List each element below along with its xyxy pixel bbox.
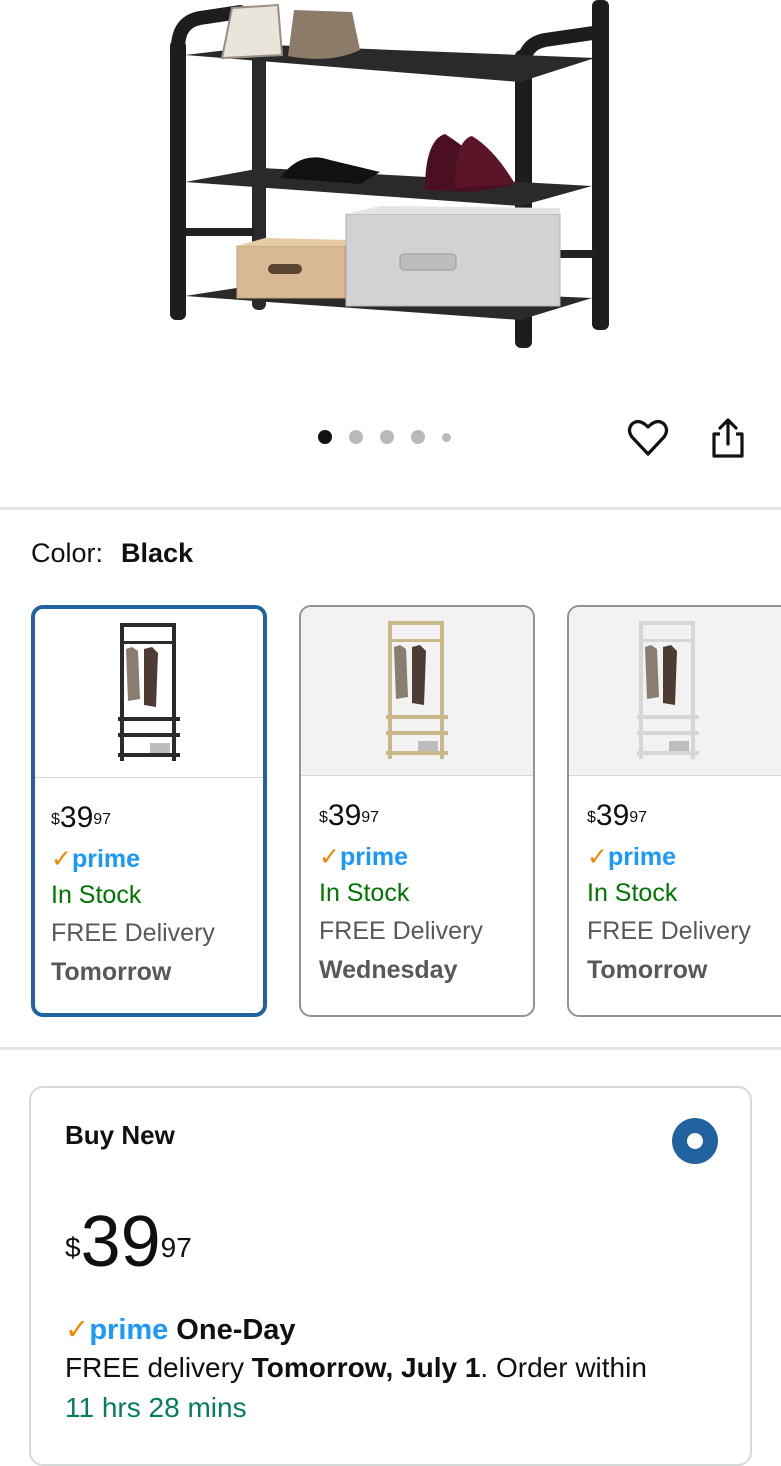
prime-one-day: ✓prime One-Day bbox=[65, 1314, 296, 1346]
prime-check-icon: ✓ bbox=[319, 843, 340, 871]
buy-new-price: $3997 bbox=[65, 1202, 192, 1282]
share-icon bbox=[712, 418, 744, 458]
swatch-price: $3997 bbox=[51, 801, 112, 834]
delivery-day: Tomorrow bbox=[587, 956, 708, 984]
color-swatch-gold[interactable]: $3997 ✓prime In Stock FREE Delivery Wedn… bbox=[299, 605, 535, 1017]
prime-check-icon: ✓ bbox=[587, 843, 608, 871]
prime-badge: ✓prime bbox=[319, 843, 409, 871]
delivery-day: Wednesday bbox=[319, 956, 458, 984]
carousel-dot[interactable] bbox=[442, 432, 451, 442]
share-button[interactable] bbox=[706, 416, 750, 460]
swatch-price: $3997 bbox=[587, 799, 648, 832]
delivery-label: FREE Delivery bbox=[51, 919, 215, 947]
stock-status: In Stock bbox=[587, 879, 678, 907]
carousel-dot[interactable] bbox=[411, 430, 425, 444]
delivery-label: FREE Delivery bbox=[319, 917, 483, 945]
shoe-rack-illustration bbox=[170, 0, 609, 348]
section-divider bbox=[0, 507, 781, 510]
selected-color: Black bbox=[121, 538, 194, 568]
carousel-dot[interactable] bbox=[349, 430, 363, 444]
heart-icon bbox=[627, 420, 669, 456]
color-swatch-white[interactable]: $3997 ✓prime In Stock FREE Delivery Tomo… bbox=[567, 605, 781, 1017]
wishlist-button[interactable] bbox=[626, 416, 670, 460]
stock-status: In Stock bbox=[51, 881, 142, 909]
prime-check-icon: ✓ bbox=[51, 845, 72, 873]
carousel-dot[interactable] bbox=[380, 430, 394, 444]
section-divider bbox=[0, 1047, 781, 1050]
delivery-day: Tomorrow bbox=[51, 958, 172, 986]
stock-status: In Stock bbox=[319, 879, 410, 907]
swatch-thumbnail bbox=[569, 607, 781, 776]
carousel-dot[interactable] bbox=[318, 430, 332, 444]
carousel-dots[interactable] bbox=[318, 430, 451, 444]
product-image[interactable] bbox=[0, 0, 781, 400]
color-selector-label: Color: Black bbox=[31, 538, 193, 569]
order-countdown: 11 hrs 28 mins bbox=[65, 1392, 247, 1423]
swatch-thumbnail bbox=[301, 607, 533, 776]
color-label: Color: bbox=[31, 538, 104, 568]
swatch-price: $3997 bbox=[319, 799, 380, 832]
buy-new-radio[interactable] bbox=[672, 1118, 718, 1164]
swatch-thumbnail bbox=[35, 609, 263, 778]
buy-new-option[interactable]: Buy New $3997 ✓prime One-Day FREE deliver… bbox=[29, 1086, 752, 1466]
color-swatch-black[interactable]: $3997 ✓prime In Stock FREE Delivery Tomo… bbox=[31, 605, 267, 1017]
delivery-info: FREE delivery Tomorrow, July 1. Order wi… bbox=[65, 1352, 647, 1383]
prime-badge: ✓prime bbox=[51, 845, 141, 873]
prime-badge: ✓prime bbox=[587, 843, 677, 871]
buy-new-title: Buy New bbox=[65, 1120, 175, 1150]
prime-check-icon: ✓ bbox=[65, 1314, 90, 1346]
delivery-label: FREE Delivery bbox=[587, 917, 751, 945]
